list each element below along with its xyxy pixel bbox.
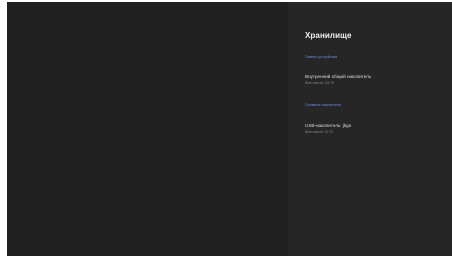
usb-storage-detail: Всего места: 31 ГБ [305, 130, 334, 134]
internal-storage-item[interactable]: Внутренний общий накопитель Всего места:… [305, 74, 445, 85]
panel-title: Хранилище [305, 31, 352, 40]
tv-screen: Хранилище Память устройства Внутренний о… [7, 2, 452, 256]
storage-settings-panel: Хранилище Память устройства Внутренний о… [288, 2, 452, 256]
internal-storage-detail: Всего места: 3,6 ГБ [305, 81, 334, 85]
usb-storage-name: USB-накопитель: jkgo [305, 123, 352, 128]
removable-storage-section-header: Съемные накопители [305, 103, 342, 107]
internal-storage-name: Внутренний общий накопитель [305, 74, 372, 79]
usb-storage-item[interactable]: USB-накопитель: jkgo Всего места: 31 ГБ [305, 123, 445, 134]
device-memory-section-header: Память устройства [305, 55, 338, 59]
